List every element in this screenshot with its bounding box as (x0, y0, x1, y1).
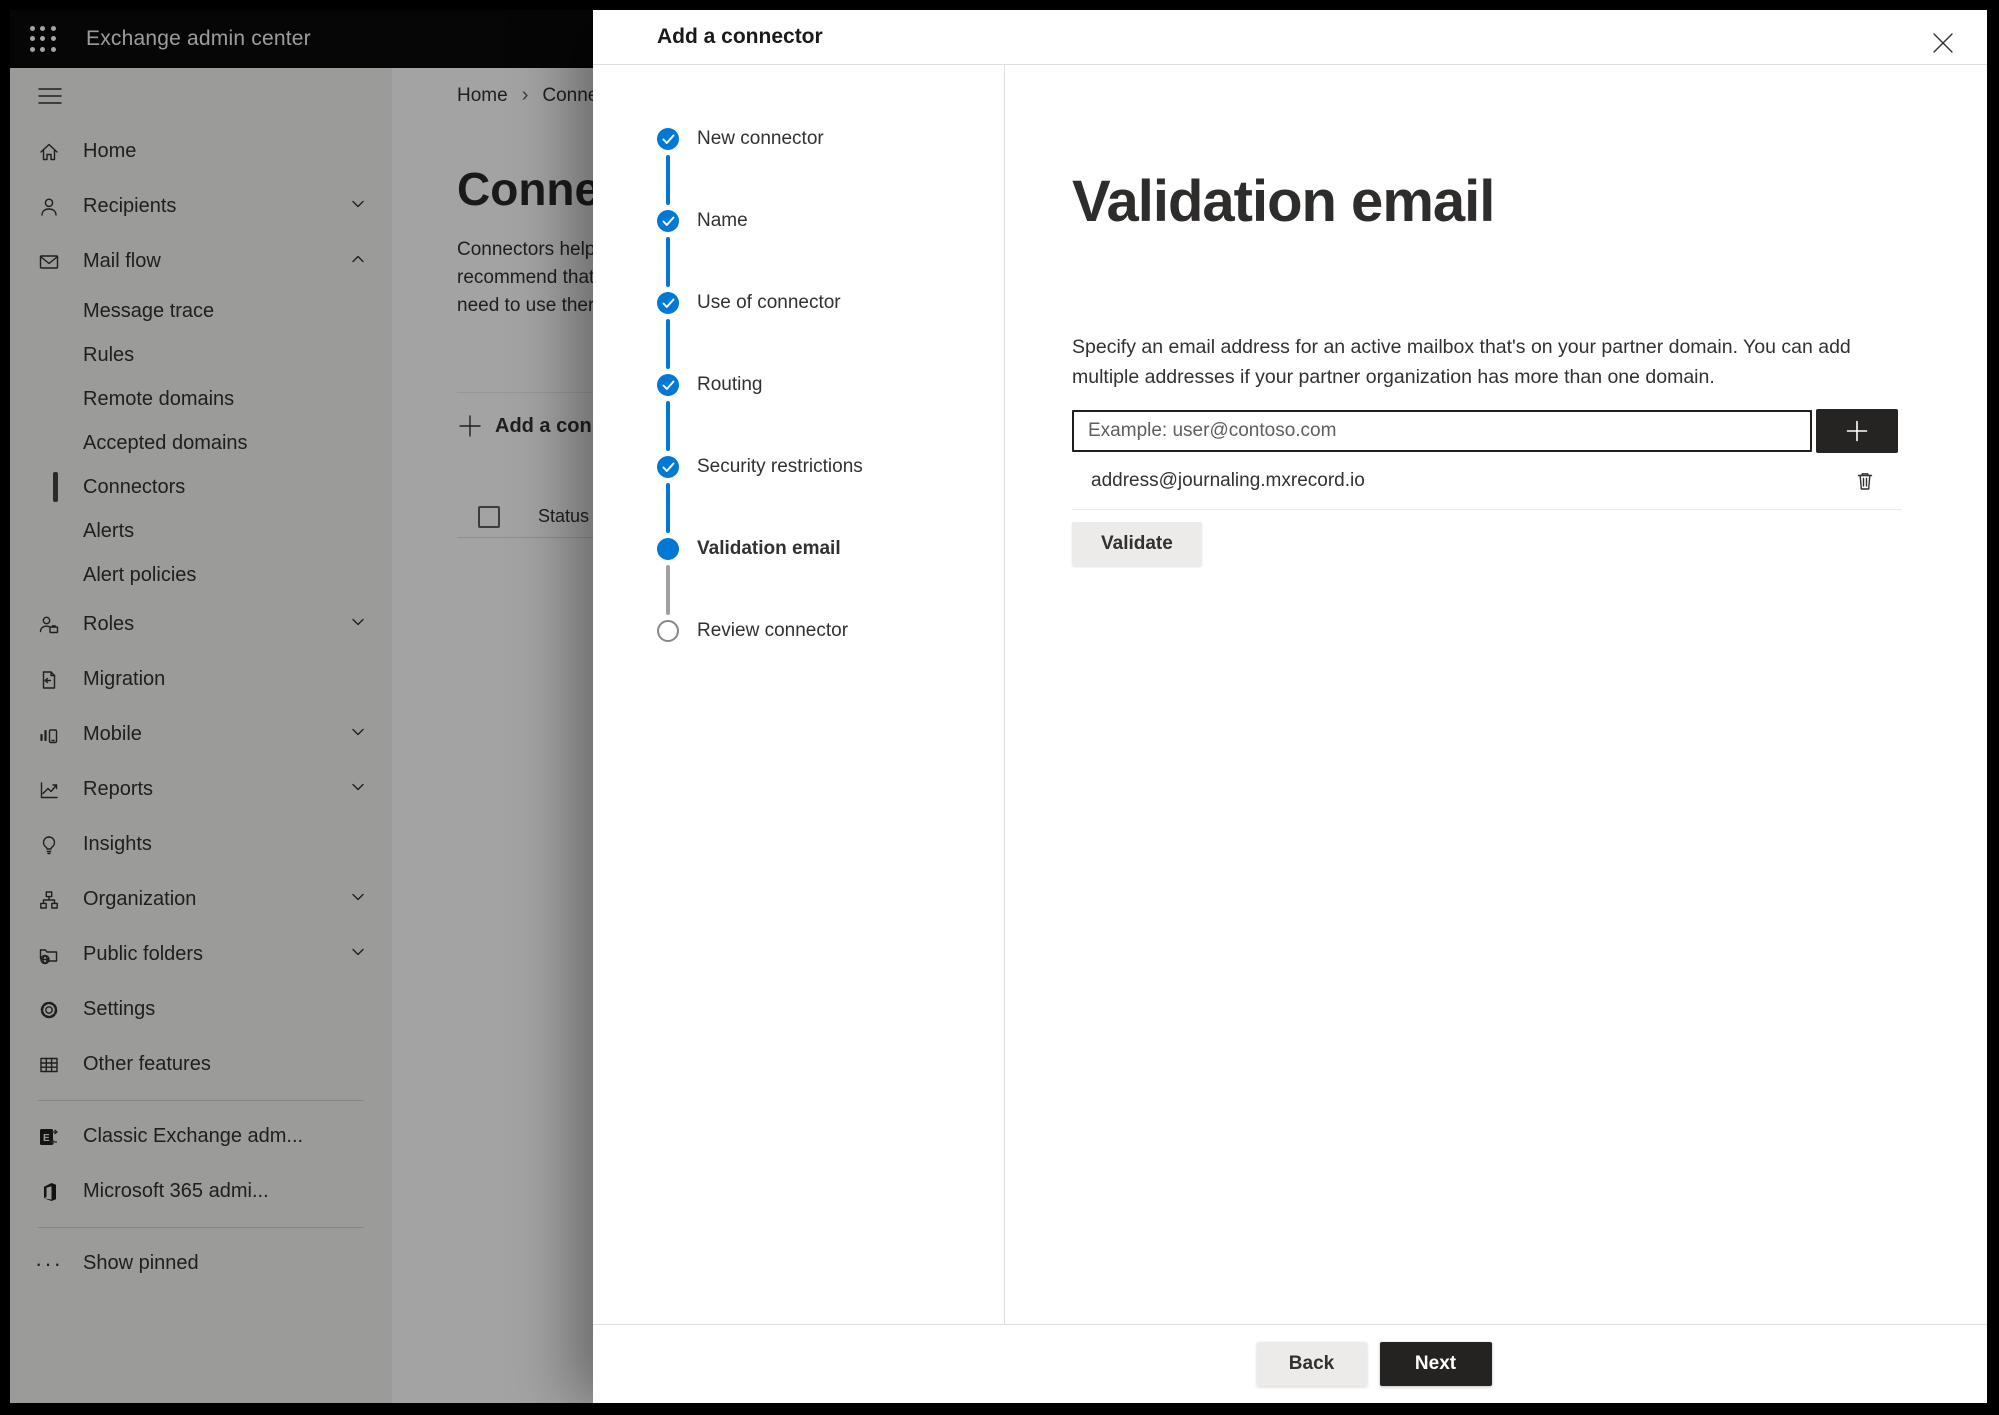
step-connector-line (666, 483, 670, 533)
back-button[interactable]: Back (1256, 1342, 1367, 1386)
step-validation-email[interactable]: Validation email (657, 537, 841, 561)
step-complete-icon (657, 128, 679, 150)
step-current-icon (657, 538, 679, 560)
step-routing[interactable]: Routing (657, 373, 763, 397)
delete-address-button[interactable] (1848, 464, 1882, 498)
close-icon (1933, 33, 1953, 53)
step-connector-line (666, 155, 670, 205)
step-new-connector[interactable]: New connector (657, 127, 824, 151)
add-email-button[interactable] (1816, 409, 1898, 453)
step-complete-icon (657, 374, 679, 396)
wizard-stepper: New connector Name Use of connector Rout… (593, 65, 1005, 1324)
panel-body: New connector Name Use of connector Rout… (593, 65, 1987, 1324)
panel-title: Add a connector (657, 25, 823, 48)
validation-address: address@journaling.mxrecord.io (1091, 469, 1365, 491)
step-page-title: Validation email (1072, 169, 1495, 234)
step-security-restrictions[interactable]: Security restrictions (657, 455, 863, 479)
validate-button[interactable]: Validate (1072, 522, 1202, 566)
step-connector-line (666, 565, 670, 615)
plus-icon (1846, 420, 1868, 442)
screen: Exchange admin center Home Recipients Ma… (10, 10, 1987, 1403)
wizard-content: Validation email Specify an email addres… (1005, 65, 1987, 1324)
step-connector-line (666, 319, 670, 369)
validation-email-input[interactable] (1072, 410, 1812, 452)
step-complete-icon (657, 292, 679, 314)
validation-address-row: address@journaling.mxrecord.io (1072, 452, 1902, 510)
panel-footer: Back Next (593, 1324, 1987, 1403)
step-complete-icon (657, 456, 679, 478)
step-use-of-connector[interactable]: Use of connector (657, 291, 841, 315)
add-connector-panel: Add a connector New connector Name Use o… (593, 10, 1987, 1403)
step-connector-line (666, 237, 670, 287)
email-input-row (1072, 409, 1898, 453)
step-complete-icon (657, 210, 679, 232)
close-button[interactable] (1923, 23, 1963, 63)
step-connector-line (666, 401, 670, 451)
step-review-connector: Review connector (657, 619, 848, 643)
trash-icon (1857, 472, 1873, 490)
next-button[interactable]: Next (1379, 1342, 1492, 1386)
step-name[interactable]: Name (657, 209, 748, 233)
step-page-description: Specify an email address for an active m… (1072, 336, 1851, 388)
step-upcoming-icon (657, 620, 679, 642)
panel-header: Add a connector (593, 10, 1987, 65)
